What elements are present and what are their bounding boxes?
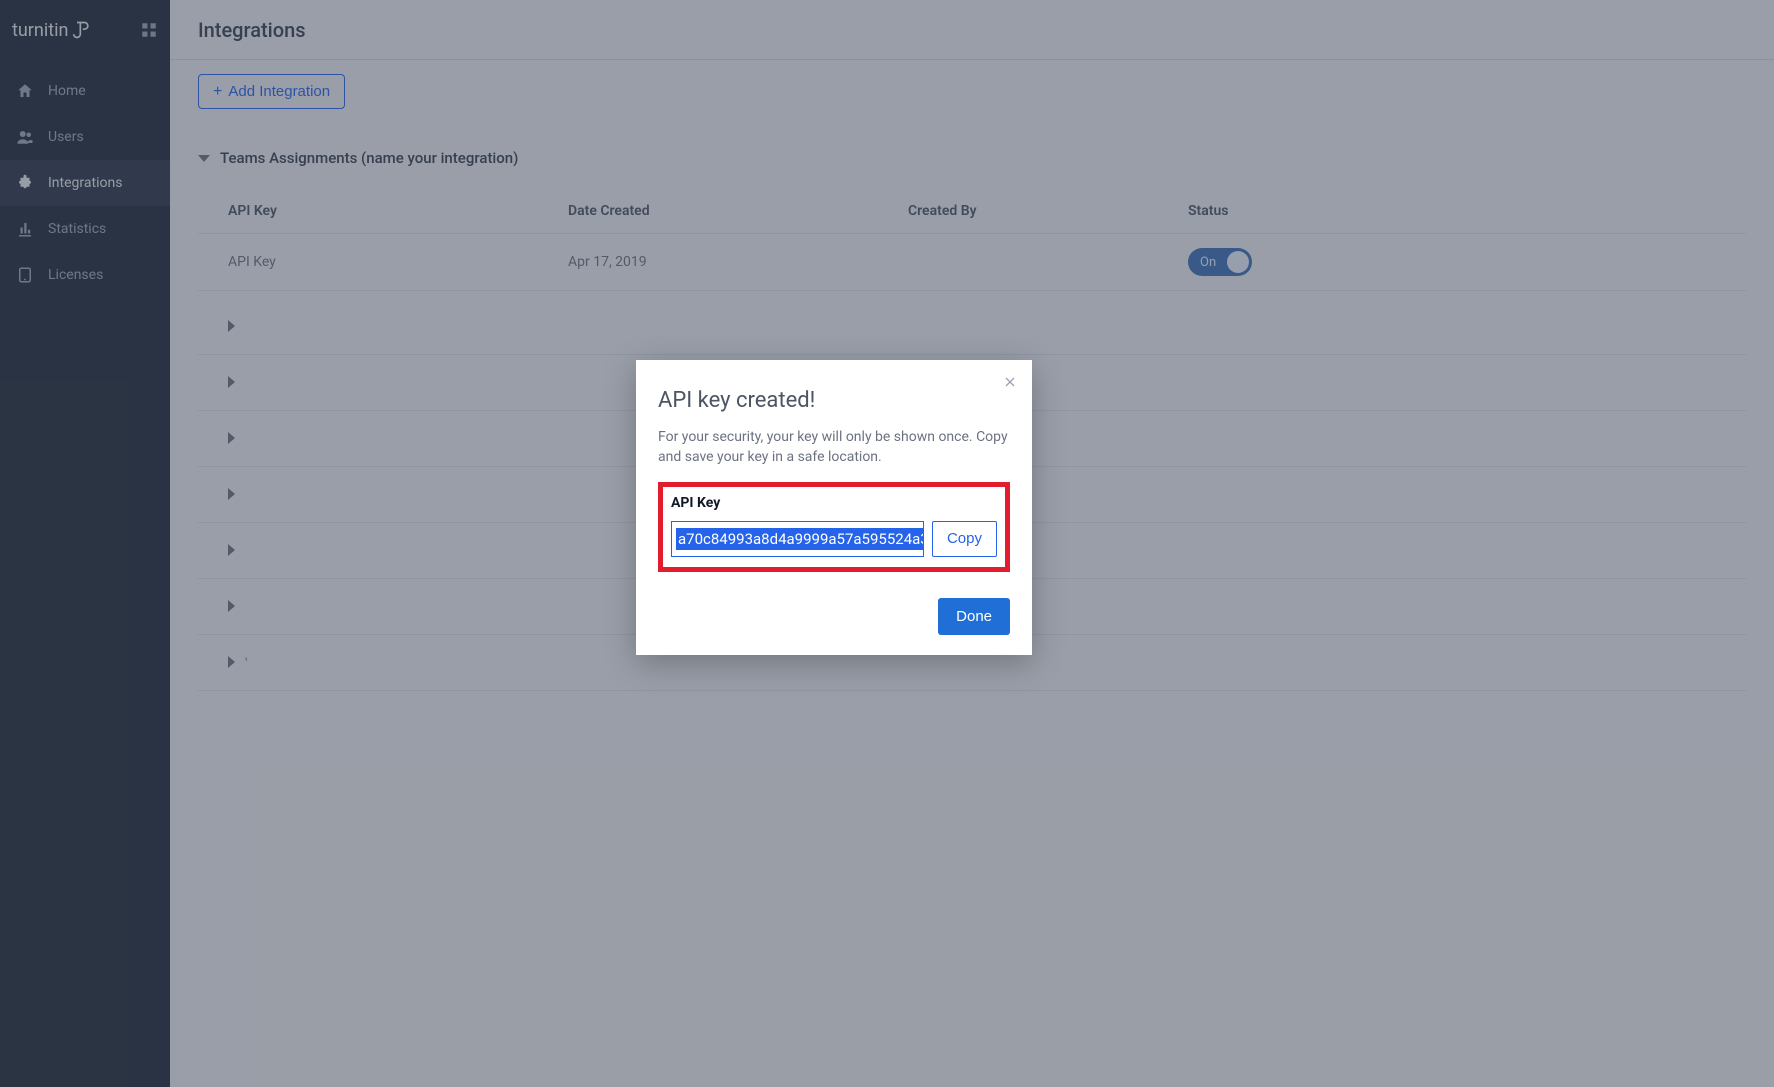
- api-key-highlight-box: API Key a70c84993a8d4a9999a57a595524a328…: [658, 482, 1010, 572]
- api-key-field-label: API Key: [671, 495, 997, 511]
- app-root: turnitin Home: [0, 0, 1774, 1087]
- api-key-row: a70c84993a8d4a9999a57a595524a328 Copy: [671, 521, 997, 557]
- modal-close-button[interactable]: [998, 370, 1022, 394]
- modal-description: For your security, your key will only be…: [658, 427, 1010, 468]
- modal-actions: Done: [658, 598, 1010, 635]
- done-button[interactable]: Done: [938, 598, 1010, 635]
- modal-title: API key created!: [658, 388, 1010, 413]
- api-key-value: a70c84993a8d4a9999a57a595524a328: [676, 528, 924, 550]
- api-key-modal: API key created! For your security, your…: [636, 360, 1032, 655]
- api-key-input[interactable]: a70c84993a8d4a9999a57a595524a328: [671, 521, 924, 557]
- copy-button[interactable]: Copy: [932, 521, 997, 557]
